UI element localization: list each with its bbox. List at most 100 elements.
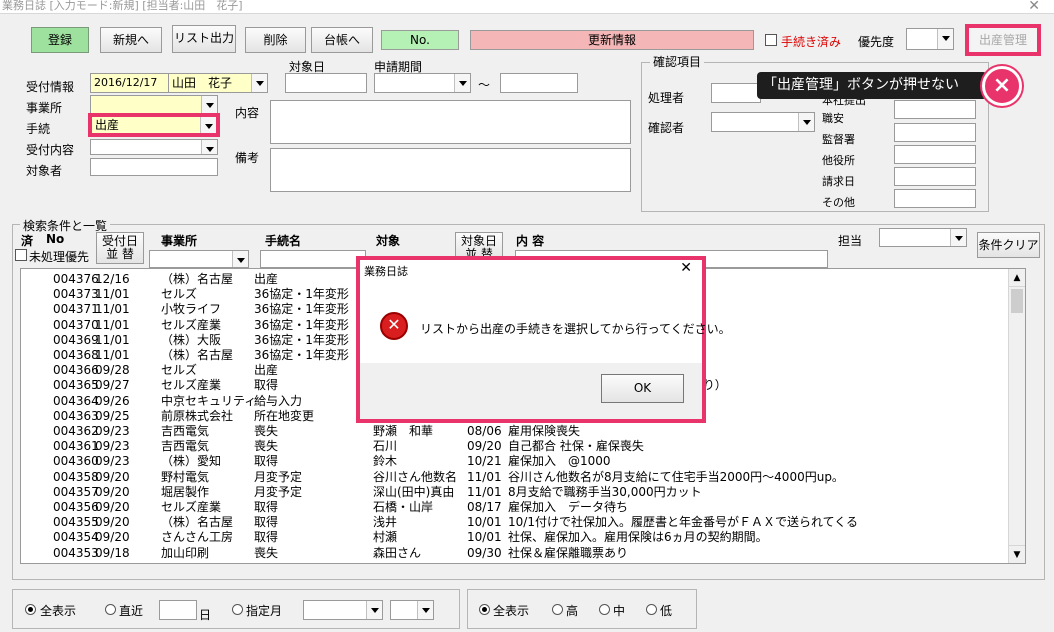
birth-mgmt-button[interactable]: 出産管理 [965, 24, 1041, 56]
reception-person-select[interactable]: 山田 花子 [168, 73, 268, 93]
cell-date: 11/01 [95, 348, 130, 362]
recent-days-field[interactable] [159, 600, 197, 620]
table-row[interactable]: 004361 09/23 吉西電気 喪失 石川 09/20 自己都合 社保・雇保喪失 [21, 439, 1006, 454]
reception-content-select[interactable] [90, 139, 218, 155]
procedure-select[interactable]: 出産 [88, 113, 220, 137]
cell-date: 11/01 [95, 317, 130, 332]
tantou-select[interactable] [879, 228, 967, 247]
cell-no: 004360 [53, 454, 99, 469]
cell-date: 11/01 [95, 287, 130, 302]
period-start-select[interactable] [374, 73, 471, 93]
cell-date: 09/18 [95, 545, 130, 560]
table-row[interactable]: 004362 09/23 吉西電気 喪失 野瀬 和華 08/06 雇用保険喪失 [21, 424, 1006, 439]
new-button[interactable]: 新規へ [100, 27, 162, 53]
all-radio[interactable] [25, 604, 36, 615]
cell-target: 野瀬 和華 [373, 424, 434, 438]
cell-no: 004358 [53, 469, 99, 484]
unprocessed-checkbox[interactable] [15, 249, 27, 261]
scroll-up-icon[interactable]: ▲ [1009, 269, 1025, 287]
target-person-field[interactable] [90, 158, 218, 176]
month-label: 指定月 [246, 604, 283, 618]
table-row[interactable]: 004355 09/20 （株）名古屋 取得 浅井 10/01 10/1付けで社保加入。履歴… [21, 515, 1006, 530]
office-filter-select[interactable] [149, 250, 249, 268]
sort-label: 並 替 [106, 247, 134, 261]
month-select[interactable] [390, 600, 434, 620]
reception-label: 受付情報 [26, 80, 75, 94]
cell-proc: 給与入力 [254, 393, 303, 408]
month-year-select[interactable] [303, 600, 383, 620]
window-close-icon[interactable]: ✕ [1028, 0, 1040, 14]
table-row[interactable]: 004360 09/23 （株）愛知 取得 鈴木 10/21 雇保加入 @1000 [21, 454, 1006, 469]
cell-office: 野村電気 [161, 469, 210, 484]
procedure-done-checkbox[interactable] [765, 34, 777, 46]
cell-proc: 喪失 [254, 439, 279, 454]
register-button[interactable]: 登録 [31, 27, 89, 53]
cell-content: 雇保加入 データ待ち [508, 500, 629, 514]
content-textarea[interactable] [270, 100, 631, 144]
cell-no: 004371 [53, 302, 99, 317]
procedure-header: 手続名 [265, 234, 302, 248]
priority-all-radio[interactable] [479, 604, 490, 615]
table-row[interactable]: 004354 09/20 さんさん工房 取得 村瀬 10/01 社保、雇保加入。雇用保険は6… [21, 530, 1006, 545]
table-row[interactable]: 004353 09/18 加山印刷 喪失 森田さん 09/30 社保＆雇保離職票あり [21, 546, 1006, 561]
recent-radio[interactable] [105, 604, 116, 615]
handler-select[interactable] [711, 83, 761, 103]
confirm-item-field[interactable] [894, 123, 976, 142]
list-output-button[interactable]: リスト出力 [172, 25, 236, 53]
scroll-thumb[interactable] [1011, 289, 1023, 313]
cell-office: 堀居製作 [161, 484, 210, 499]
list-scrollbar[interactable]: ▲ ▼ [1008, 269, 1025, 563]
cell-proc: 取得 [254, 378, 279, 393]
dialog-close-icon[interactable]: ✕ [680, 260, 692, 276]
confirm-item-field[interactable] [894, 167, 976, 186]
table-row[interactable]: 004357 09/20 堀居製作 月変予定 深山(田中)真由 11/01 8月支給で職務手… [21, 485, 1006, 500]
cell-date: 09/20 [95, 500, 130, 514]
confirmer-select[interactable] [711, 112, 815, 132]
target-header: 対象 [376, 234, 401, 248]
chevron-down-icon [251, 74, 267, 92]
month-radio[interactable] [232, 604, 243, 615]
cell-proc: 月変予定 [254, 484, 303, 499]
reception-content-label: 受付内容 [26, 143, 75, 157]
clear-conditions-button[interactable]: 条件クリア [977, 232, 1040, 258]
ledger-button[interactable]: 台帳へ [311, 27, 373, 53]
window-titlebar: 業務日誌 [入力モード:新規] [担当者:山田 花子] [0, 0, 1054, 14]
table-row[interactable]: 004356 09/20 セルズ産業 取得 石橋・山岸 08/17 雇保加入 データ待ち [21, 500, 1006, 515]
cell-office: （株）名古屋 [161, 515, 234, 530]
cell-proc: 取得 [254, 530, 279, 545]
chevron-down-icon [366, 601, 382, 619]
delete-button[interactable]: 削除 [245, 27, 306, 53]
cell-content: 8月支給で職務手当30,000円カット [508, 484, 702, 499]
priority-low-radio[interactable] [646, 604, 657, 615]
recv-date-sort-button[interactable]: 受付日並 替 [96, 232, 144, 264]
priority-select[interactable] [906, 28, 954, 50]
remarks-textarea[interactable] [270, 148, 631, 192]
chevron-down-icon [950, 229, 966, 246]
cell-no: 004363 [53, 408, 99, 423]
recent-label: 直近 [119, 604, 144, 618]
priority-high-radio[interactable] [552, 604, 563, 615]
confirm-item-field[interactable] [894, 145, 976, 164]
cell-office: （株）名古屋 [161, 272, 234, 286]
procedure-filter-select[interactable] [260, 250, 366, 268]
annotation-callout: 「出産管理」ボタンが押せない [757, 72, 987, 99]
scroll-down-icon[interactable]: ▼ [1009, 545, 1025, 563]
ok-button[interactable]: OK [601, 374, 684, 403]
priority-mid-radio[interactable] [599, 604, 610, 615]
cell-date: 09/26 [95, 393, 130, 408]
cell-proc: 喪失 [254, 545, 279, 560]
confirm-item-field[interactable] [894, 189, 976, 208]
cell-target: 森田さん [373, 545, 422, 560]
error-dialog: 業務日誌 ✕ ✕ リストから出産の手続きを選択してから行ってください。 OK [356, 256, 731, 423]
cell-office: 前原株式会社 [161, 408, 234, 423]
cell-content: 10/1付けで社保加入。履歴書と年金番号がＦＡＸで送られてくる [508, 515, 858, 530]
period-end-field[interactable] [500, 73, 578, 93]
cell-no: 004354 [53, 530, 99, 545]
reception-date-field[interactable]: 2016/12/17 [90, 73, 170, 93]
office-select[interactable] [90, 95, 218, 115]
table-row[interactable]: 004358 09/20 野村電気 月変予定 谷川さん他数名 11/01 谷川さん他数名が8… [21, 470, 1006, 485]
cell-no: 004370 [53, 317, 99, 332]
cell-no: 004369 [53, 332, 99, 347]
confirm-item-field[interactable] [894, 100, 976, 119]
target-date-field[interactable] [285, 73, 367, 93]
